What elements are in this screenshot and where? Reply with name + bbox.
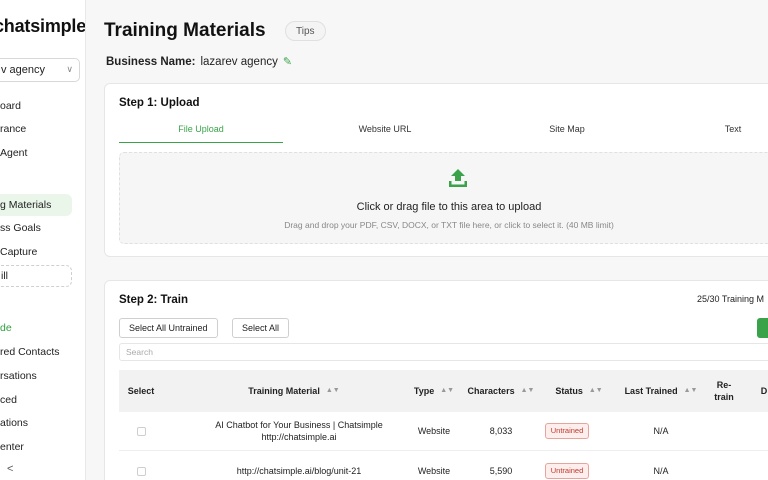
sidebar-item-training-materials[interactable]: g Materials [0, 194, 72, 216]
sidebar-item-conversations[interactable]: rsations [0, 365, 72, 387]
select-all-button[interactable]: Select All [232, 318, 290, 338]
row-type: Website [417, 466, 451, 476]
sidebar-item-skill[interactable]: ill [0, 265, 72, 287]
status-badge: Untrained [544, 423, 590, 439]
sidebar-item-advanced[interactable]: ced [0, 389, 72, 411]
agency-select[interactable]: v agency ∨ [0, 58, 80, 82]
sidebar-item-integrations[interactable]: ations [0, 412, 72, 434]
train-card: Step 2: Train 25/30 Training M Select Al… [104, 280, 768, 480]
col-status-label: Status [555, 386, 583, 396]
sidebar: chatsimple v agency ∨ oard rance Agent g… [0, 0, 86, 480]
chevron-down-icon: ∨ [66, 64, 73, 74]
step1-title: Step 1: Upload [119, 97, 200, 109]
upload-card: Step 1: Upload File Upload Website URL S… [104, 83, 768, 257]
table-row: AI Chatbot for Your Business | Chatsimpl… [119, 412, 768, 451]
col-material-label: Training Material [248, 386, 320, 396]
sort-icon: ▲▼ [588, 387, 603, 394]
collapse-sidebar-icon[interactable]: < [7, 463, 13, 475]
training-count: 25/30 Training M [697, 294, 765, 304]
col-characters-label: Characters [467, 386, 515, 396]
row-last-trained: N/A [653, 426, 669, 436]
tab-file-upload[interactable]: File Upload [119, 124, 283, 134]
sort-icon: ▲▼ [683, 387, 698, 394]
table-row: http://chatsimple.ai/blog/unit-21 Websit… [119, 452, 768, 480]
col-training-material[interactable]: Training Material ▲▼ [179, 370, 409, 412]
upload-icon [449, 169, 467, 187]
col-type-label: Type [413, 386, 435, 396]
row-type: Website [417, 426, 451, 436]
col-characters[interactable]: Characters ▲▼ [465, 370, 537, 412]
status-badge: Untrained [544, 463, 590, 479]
row-checkbox[interactable] [136, 426, 146, 436]
row-checkbox[interactable] [136, 466, 146, 476]
train-button[interactable] [757, 318, 768, 338]
col-select-label: Select [127, 386, 155, 396]
sidebar-item-guide[interactable]: de [0, 317, 72, 339]
search-input[interactable]: Search [119, 343, 768, 361]
sidebar-item-help-center[interactable]: enter [0, 436, 72, 458]
sidebar-item-dashboard[interactable]: oard [0, 95, 72, 117]
col-retrain: Re- train [714, 380, 734, 402]
sidebar-item-captured-contacts[interactable]: red Contacts [0, 341, 72, 363]
business-name: Business Name: lazarev agency ✎ [106, 55, 292, 69]
app-logo: chatsimple [0, 16, 86, 36]
sort-icon: ▲▼ [325, 387, 340, 394]
col-last-trained-label: Last Trained [624, 386, 678, 396]
row-material[interactable]: http://chatsimple.ai/blog/unit-21 [194, 452, 404, 480]
table-header: Select Training Material ▲▼ Type ▲▼ Charac… [119, 370, 768, 412]
select-all-untrained-button[interactable]: Select All Untrained [119, 318, 218, 338]
sidebar-item-lead-capture[interactable]: Capture [0, 241, 72, 263]
row-characters: 5,590 [489, 466, 513, 476]
col-select: Select [119, 370, 163, 412]
col-last-trained[interactable]: Last Trained ▲▼ [621, 370, 701, 412]
agency-select-label: v agency [1, 64, 46, 76]
tips-button[interactable]: Tips [285, 21, 326, 41]
upload-dropzone[interactable]: Click or drag file to this area to uploa… [119, 152, 768, 244]
sidebar-item-agent[interactable]: Agent [0, 142, 72, 164]
row-last-trained: N/A [653, 466, 669, 476]
sort-icon: ▲▼ [440, 387, 455, 394]
sort-icon: ▲▼ [520, 387, 535, 394]
business-name-label: Business Name: [106, 55, 196, 68]
sidebar-item-business-goals[interactable]: ss Goals [0, 217, 72, 239]
upload-tabs: File Upload Website URL Site Map Text [119, 120, 768, 144]
step2-title: Step 2: Train [119, 294, 189, 306]
col-status[interactable]: Status ▲▼ [543, 370, 615, 412]
tab-site-map[interactable]: Site Map [485, 124, 649, 134]
row-characters: 8,033 [489, 426, 513, 436]
active-tab-indicator [119, 142, 283, 143]
sidebar-item-appearance[interactable]: rance [0, 118, 72, 140]
col-type[interactable]: Type ▲▼ [409, 370, 459, 412]
col-d: D [760, 386, 768, 396]
tab-website-url[interactable]: Website URL [303, 124, 467, 134]
business-name-value: lazarev agency [200, 55, 278, 68]
pencil-icon[interactable]: ✎ [283, 55, 292, 68]
dropzone-title: Click or drag file to this area to uploa… [356, 201, 542, 213]
dropzone-subtitle: Drag and drop your PDF, CSV, DOCX, or TX… [284, 220, 614, 230]
row-material[interactable]: AI Chatbot for Your Business | Chatsimpl… [194, 412, 404, 450]
page-title: Training Materials [104, 20, 266, 41]
tab-text[interactable]: Text [651, 124, 768, 134]
main-content: Training Materials Tips Business Name: l… [86, 0, 768, 480]
